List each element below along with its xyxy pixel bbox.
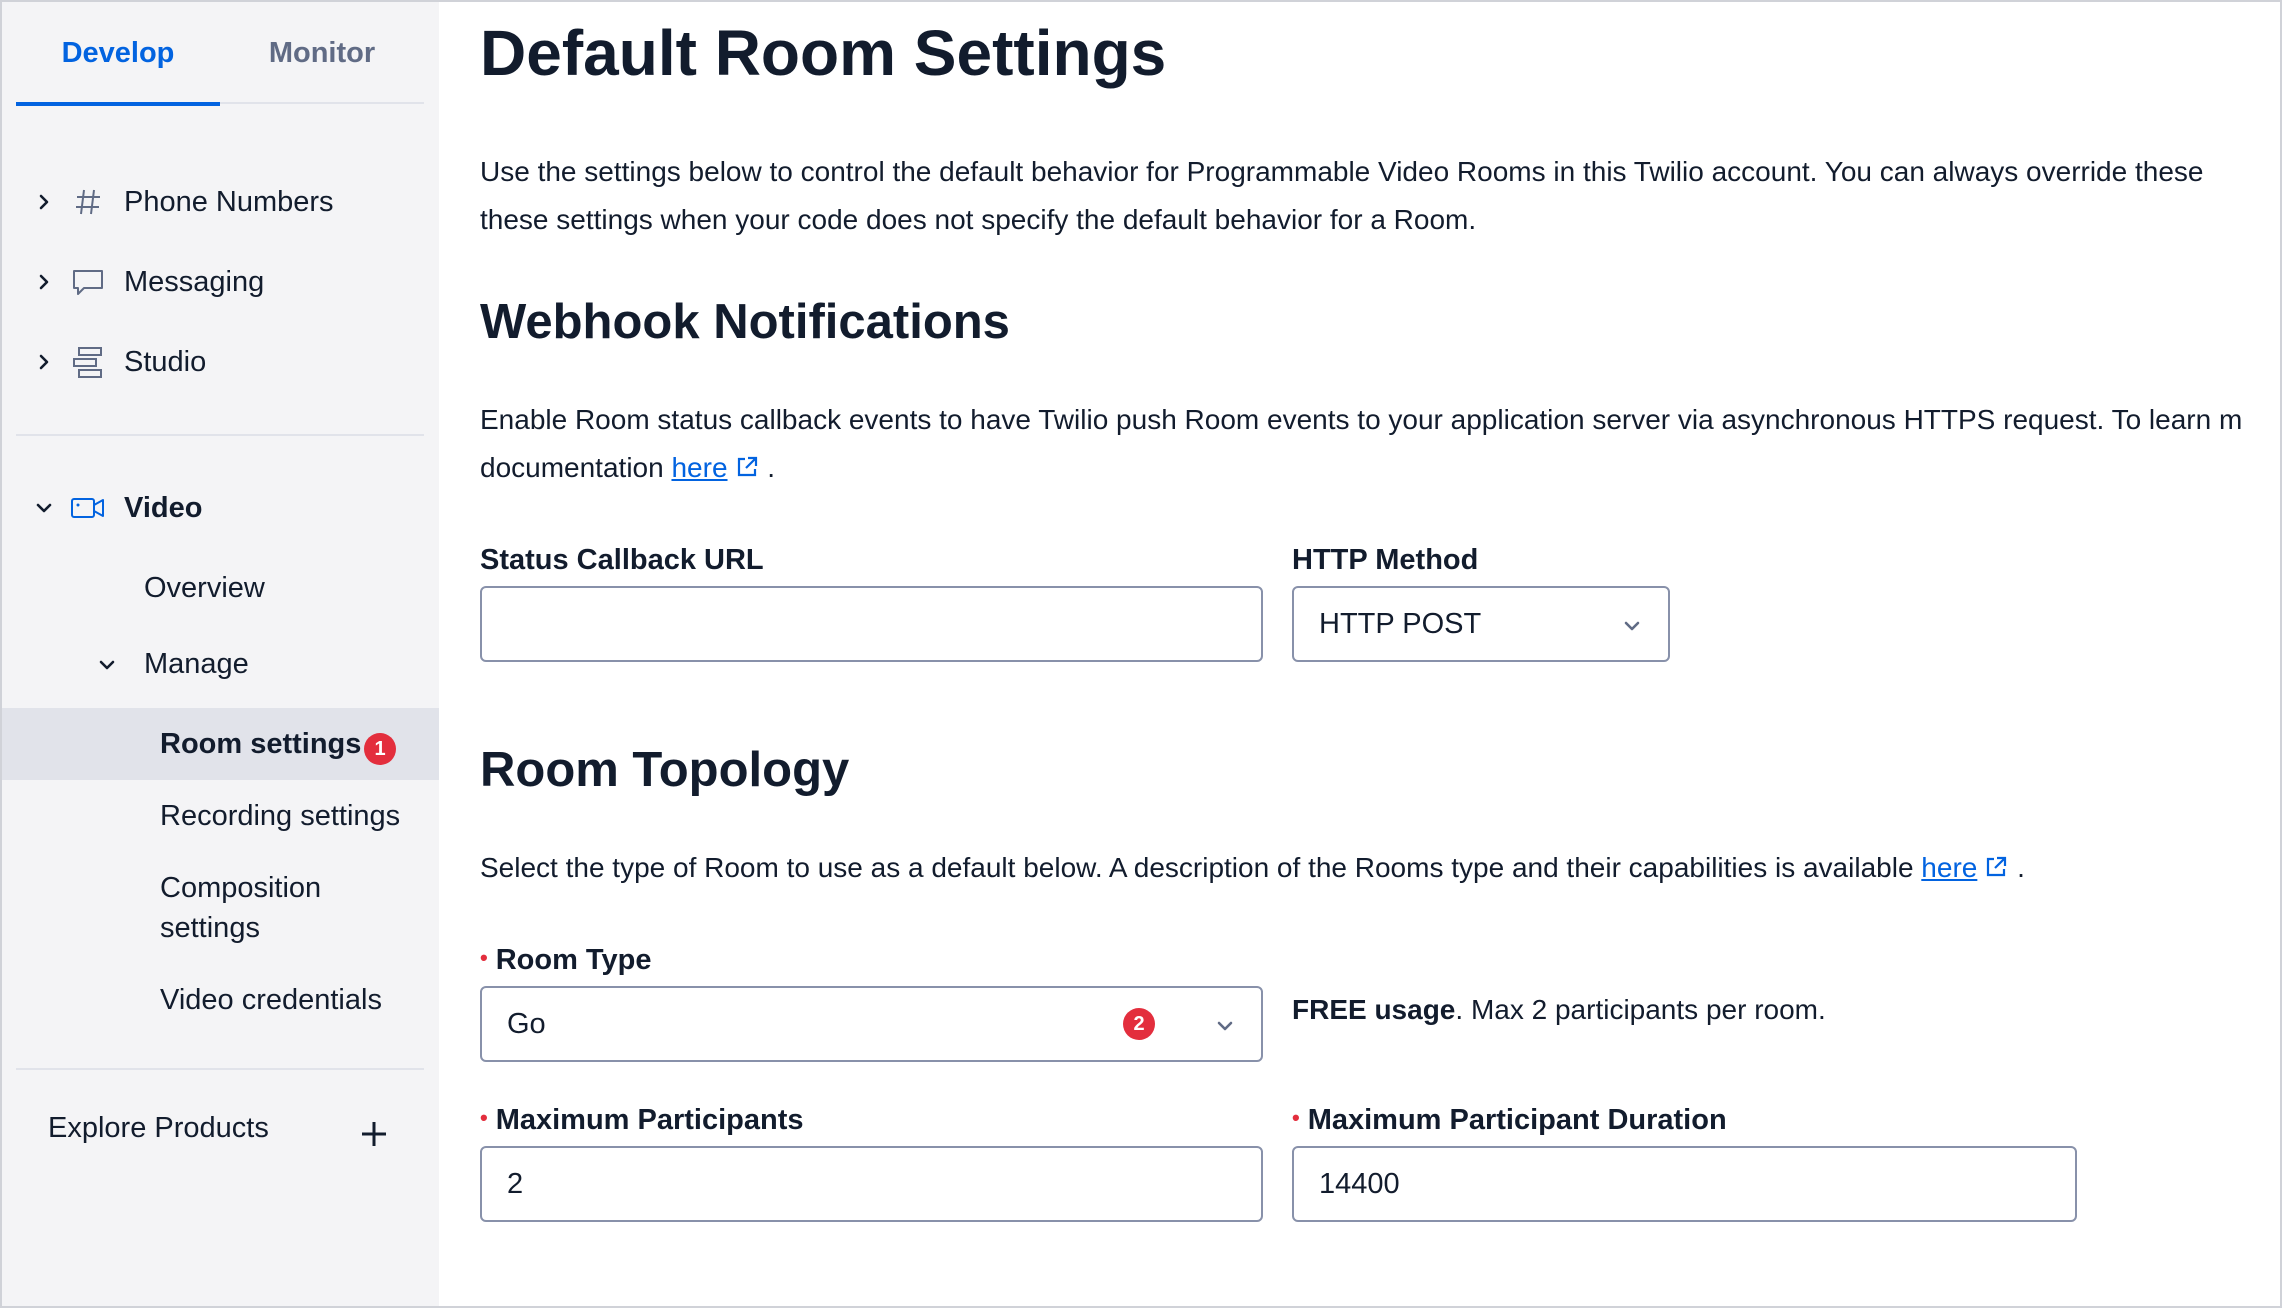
video-camera-icon (70, 490, 106, 526)
external-link-icon[interactable] (734, 454, 760, 480)
step-badge: 2 (1123, 1008, 1155, 1040)
topology-docs-link[interactable]: here (1921, 852, 1977, 883)
sidebar-item-label: Studio (124, 345, 207, 378)
status-callback-label: Status Callback URL (480, 544, 764, 576)
hash-icon (70, 184, 106, 220)
webhook-desc-suffix: . (767, 452, 776, 483)
max-duration-label: • Maximum Participant Duration (1292, 1104, 1727, 1137)
room-type-note-rest: . Max 2 participants per room. (1455, 994, 1826, 1025)
chevron-right-icon (30, 268, 58, 296)
flow-icon (70, 344, 106, 380)
sidebar-tabs: Develop Monitor (16, 2, 424, 106)
max-participants-label: • Maximum Participants (480, 1104, 804, 1137)
http-method-select[interactable]: HTTP POST (1292, 586, 1670, 662)
sidebar-item-phone-numbers[interactable]: Phone Numbers (2, 174, 439, 230)
http-method-value: HTTP POST (1319, 607, 1482, 640)
max-duration-input[interactable]: 14400 (1292, 1146, 2077, 1222)
sidebar-item-label: Phone Numbers (124, 185, 334, 218)
room-type-value: Go (507, 1007, 546, 1040)
status-callback-url-input[interactable] (480, 586, 1263, 662)
sidebar-item-composition-settings-line2[interactable]: settings (160, 908, 260, 949)
max-participants-input[interactable]: 2 (480, 1146, 1263, 1222)
room-type-label-text: Room Type (495, 944, 652, 976)
sidebar-item-studio[interactable]: Studio (2, 334, 439, 390)
main-content: Default Room Settings Use the settings b… (480, 2, 2280, 1306)
chevron-down-icon (1217, 1021, 1233, 1031)
topology-desc-suffix: . (2017, 852, 2025, 883)
explore-products-link[interactable]: Explore Products (48, 1112, 269, 1145)
intro-text-line1: Use the settings below to control the de… (480, 156, 2204, 187)
required-marker: • (1292, 1105, 1300, 1130)
room-type-note: FREE usage. Max 2 participants per room. (1292, 994, 1826, 1026)
page-title: Default Room Settings (480, 17, 1167, 89)
webhook-docs-link[interactable]: here (671, 452, 727, 483)
sidebar-divider (16, 1068, 424, 1070)
required-marker: • (480, 945, 488, 970)
room-type-select[interactable]: Go 2 (480, 986, 1263, 1062)
sidebar-item-label: Messaging (124, 265, 265, 298)
sidebar-item-recording-settings[interactable]: Recording settings (160, 796, 400, 837)
chevron-down-icon (30, 494, 58, 522)
room-type-label: • Room Type (480, 944, 651, 977)
topology-heading: Room Topology (480, 743, 850, 797)
topology-desc-text: Select the type of Room to use as a defa… (480, 852, 1914, 883)
sidebar-item-video-credentials[interactable]: Video credentials (160, 980, 382, 1021)
max-duration-label-text: Maximum Participant Duration (1307, 1104, 1727, 1136)
sidebar-divider (16, 434, 424, 436)
webhook-heading: Webhook Notifications (480, 295, 1010, 349)
sidebar-item-label: Video (124, 491, 203, 524)
chat-bubble-icon (70, 264, 106, 300)
sidebar-item-messaging[interactable]: Messaging (2, 254, 439, 310)
step-badge: 1 (364, 733, 396, 765)
sidebar: Develop Monitor Phone Numbers Messaging (2, 2, 439, 1306)
chevron-right-icon (30, 188, 58, 216)
webhook-desc-line1: Enable Room status callback events to ha… (480, 404, 2243, 435)
max-participants-label-text: Maximum Participants (495, 1104, 804, 1136)
external-link-icon[interactable] (1983, 854, 2009, 880)
required-marker: • (480, 1105, 488, 1130)
plus-icon[interactable] (360, 1120, 388, 1148)
chevron-down-icon (1624, 621, 1640, 631)
chevron-right-icon (30, 348, 58, 376)
topology-desc: Select the type of Room to use as a defa… (480, 844, 2025, 892)
chevron-down-icon (98, 644, 126, 685)
sidebar-item-room-settings-label: Room settings (160, 728, 362, 760)
sidebar-item-overview[interactable]: Overview (144, 568, 265, 609)
sidebar-item-video[interactable]: Video (2, 480, 439, 536)
tab-develop[interactable]: Develop (16, 2, 220, 106)
webhook-desc-prefix: documentation (480, 452, 664, 483)
intro-text-line2: these settings when your code does not s… (480, 204, 1477, 235)
sidebar-item-manage[interactable]: Manage (144, 644, 249, 685)
room-type-note-bold: FREE usage (1292, 994, 1456, 1025)
app-frame: Develop Monitor Phone Numbers Messaging (0, 0, 2282, 1308)
sidebar-item-composition-settings[interactable]: Composition (160, 868, 321, 909)
tab-monitor[interactable]: Monitor (220, 2, 424, 104)
webhook-desc-line2: documentation here . (480, 444, 775, 492)
http-method-label: HTTP Method (1292, 544, 1479, 576)
